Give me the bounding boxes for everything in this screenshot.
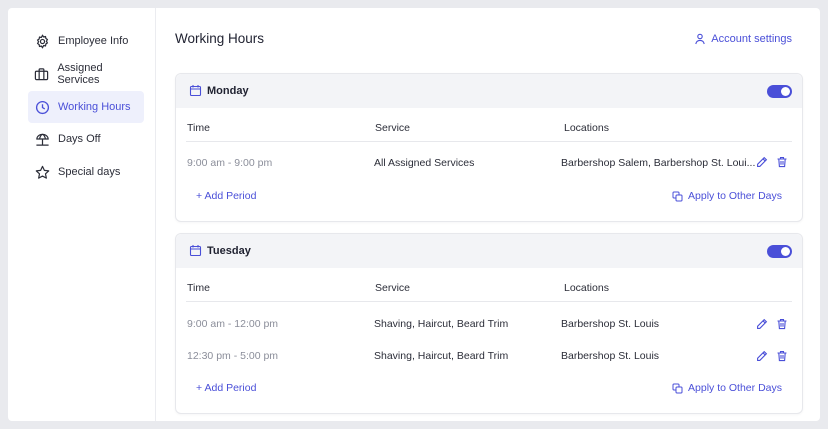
period-locations: Barbershop St. Louis <box>561 350 660 362</box>
period-service: Shaving, Haircut, Beard Trim <box>374 318 509 330</box>
delete-icon[interactable] <box>776 350 788 362</box>
account-settings-link[interactable]: Account settings <box>694 33 792 45</box>
sidebar: Employee Info Assigned Services Working … <box>8 8 156 421</box>
delete-icon[interactable] <box>776 318 788 330</box>
edit-icon[interactable] <box>756 350 768 362</box>
star-icon <box>34 164 50 180</box>
copy-icon <box>672 191 683 201</box>
column-header-time: Time <box>187 122 210 134</box>
day-name: Monday <box>207 85 249 97</box>
day-header: Monday <box>176 74 802 108</box>
period-service: All Assigned Services <box>374 157 475 169</box>
sidebar-item-special-days[interactable]: Special days <box>28 156 144 188</box>
divider <box>186 301 792 302</box>
app-window: Employee Info Assigned Services Working … <box>8 8 820 421</box>
apply-to-other-days-button[interactable]: Apply to Other Days <box>672 190 782 202</box>
sidebar-item-label: Assigned Services <box>57 62 103 86</box>
calendar-icon <box>189 245 202 257</box>
column-header-service: Service <box>375 122 411 134</box>
copy-icon <box>672 383 683 393</box>
period-service: Shaving, Haircut, Beard Trim <box>374 350 509 362</box>
sidebar-item-label: Working Hours <box>58 101 131 113</box>
add-period-button[interactable]: + Add Period <box>196 190 256 202</box>
sidebar-item-label: Employee Info <box>58 35 129 47</box>
row-actions <box>756 156 788 168</box>
sidebar-item-assigned-services[interactable]: Assigned Services <box>28 58 144 90</box>
day-card-tuesday: Tuesday Time Service Locations 9:00 am -… <box>175 233 803 414</box>
beach-umbrella-icon <box>34 131 50 147</box>
divider <box>186 141 792 142</box>
account-settings-label: Account settings <box>711 33 792 45</box>
sidebar-item-label: Special days <box>58 166 121 178</box>
add-period-button[interactable]: + Add Period <box>196 382 256 394</box>
period-time: 12:30 pm - 5:00 pm <box>187 350 279 362</box>
page-title: Working Hours <box>175 31 265 46</box>
calendar-icon <box>189 85 202 97</box>
column-header-service: Service <box>375 282 411 294</box>
edit-icon[interactable] <box>756 318 768 330</box>
edit-icon[interactable] <box>756 156 768 168</box>
apply-to-other-days-label: Apply to Other Days <box>688 382 782 394</box>
apply-to-other-days-button[interactable]: Apply to Other Days <box>672 382 782 394</box>
briefcase-icon <box>34 66 49 82</box>
add-period-label: + Add Period <box>196 382 257 394</box>
sidebar-item-days-off[interactable]: Days Off <box>28 123 144 155</box>
user-icon <box>695 33 706 45</box>
delete-icon[interactable] <box>776 156 788 168</box>
day-enabled-toggle[interactable] <box>767 85 792 98</box>
period-time: 9:00 am - 9:00 pm <box>187 157 273 169</box>
clock-icon <box>34 99 50 115</box>
day-name: Tuesday <box>207 245 251 257</box>
period-locations: Barbershop Salem, Barbershop St. Loui... <box>561 157 756 169</box>
day-enabled-toggle[interactable] <box>767 245 792 258</box>
period-locations: Barbershop St. Louis <box>561 318 660 330</box>
column-header-time: Time <box>187 282 210 294</box>
day-card-monday: Monday Time Service Locations 9:00 am - … <box>175 73 803 222</box>
day-header: Tuesday <box>176 234 802 268</box>
add-period-label: + Add Period <box>196 190 257 202</box>
sidebar-item-working-hours[interactable]: Working Hours <box>28 91 144 123</box>
row-actions <box>756 318 788 330</box>
column-header-locations: Locations <box>564 282 609 294</box>
column-header-locations: Locations <box>564 122 609 134</box>
period-time: 9:00 am - 12:00 pm <box>187 318 279 330</box>
row-actions <box>756 350 788 362</box>
apply-to-other-days-label: Apply to Other Days <box>688 190 782 202</box>
sidebar-item-label: Days Off <box>58 133 101 145</box>
sidebar-item-employee-info[interactable]: Employee Info <box>28 25 144 57</box>
gear-icon <box>34 33 50 49</box>
